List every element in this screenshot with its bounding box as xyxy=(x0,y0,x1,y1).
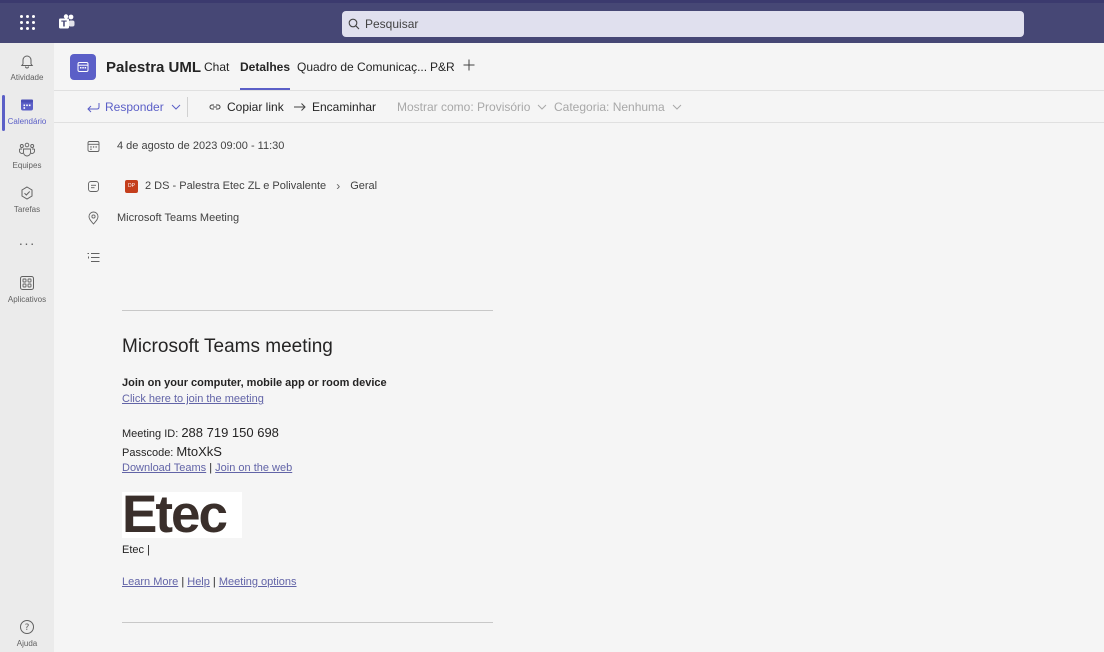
svg-text:T: T xyxy=(61,20,67,29)
rail-item-activity[interactable]: Atividade xyxy=(0,47,54,93)
search-placeholder: Pesquisar xyxy=(365,17,419,31)
divider-bottom xyxy=(122,622,493,623)
join-meeting-link[interactable]: Click here to join the meeting xyxy=(122,393,264,405)
link-separator: | xyxy=(209,576,219,588)
rail-label: Aplicativos xyxy=(7,295,47,304)
link-icon xyxy=(209,104,221,110)
forward-label: Encaminhar xyxy=(312,100,377,114)
search-icon xyxy=(348,18,360,30)
passcode-label: Passcode: xyxy=(122,447,177,459)
category-label: Categoria: Nenhuma xyxy=(554,100,665,114)
bell-icon xyxy=(20,55,34,69)
passcode: Passcode: MtoXkS xyxy=(122,444,222,459)
title-bar: T Pesquisar xyxy=(0,0,1104,43)
arrow-right-icon xyxy=(294,103,306,111)
download-links: Download Teams | Join on the web xyxy=(122,462,292,474)
rail-label: Atividade xyxy=(10,73,44,82)
meeting-datetime: 4 de agosto de 2023 09:00 - 11:30 xyxy=(117,140,285,152)
chevron-down-icon xyxy=(171,104,181,110)
tab-whiteboard[interactable]: Quadro de Comunicaç... xyxy=(297,60,427,90)
rail-item-apps[interactable]: Aplicativos xyxy=(0,269,54,315)
tab-qna[interactable]: P&R xyxy=(430,60,455,90)
chevron-down-icon xyxy=(672,104,682,110)
calendar-icon xyxy=(21,99,33,111)
rail-item-tasks[interactable]: Tarefas xyxy=(0,179,54,225)
link-separator: | xyxy=(206,462,216,474)
join-web-link[interactable]: Join on the web xyxy=(215,462,292,474)
chevron-down-icon xyxy=(538,104,547,110)
location-icon xyxy=(88,211,99,225)
divider-top xyxy=(122,310,493,311)
teams-people-icon xyxy=(19,142,35,157)
channel-link[interactable]: DP 2 DS - Palestra Etec ZL e Polivalente… xyxy=(125,179,377,193)
tasks-icon xyxy=(21,186,33,200)
calendar-date-icon xyxy=(87,141,100,152)
team-avatar: DP xyxy=(125,179,138,193)
page-title: Palestra UML xyxy=(106,59,202,76)
chevron-right-icon: › xyxy=(336,179,341,193)
meeting-id-label: Meeting ID: xyxy=(122,428,182,440)
plus-icon xyxy=(463,59,475,71)
invite-title: Microsoft Teams meeting xyxy=(122,336,333,357)
rail-label: Equipes xyxy=(12,161,42,170)
svg-text:?: ? xyxy=(25,623,30,633)
meeting-id-value: 288 719 150 698 xyxy=(181,425,279,440)
app-rail: Atividade Calendário Equipes Tarefas ··· xyxy=(0,43,54,652)
copy-link-button[interactable]: Copiar link xyxy=(208,100,284,114)
download-teams-link[interactable]: Download Teams xyxy=(122,462,206,474)
app-launcher-icon[interactable] xyxy=(16,12,36,32)
rail-label: Ajuda xyxy=(16,639,38,648)
rail-label: Tarefas xyxy=(13,205,41,214)
footer-links: Learn More | Help | Meeting options xyxy=(122,576,297,588)
add-tab-button[interactable] xyxy=(463,55,475,76)
tab-chat[interactable]: Chat xyxy=(204,60,229,90)
show-as-dropdown[interactable]: Mostrar como: Provisório xyxy=(397,100,553,114)
search-input[interactable]: Pesquisar xyxy=(342,11,1024,37)
passcode-value: MtoXkS xyxy=(176,444,222,459)
more-apps-button[interactable]: ··· xyxy=(0,235,54,251)
meeting-location: Microsoft Teams Meeting xyxy=(117,212,240,224)
forward-button[interactable]: Encaminhar xyxy=(293,100,376,114)
rail-item-calendar[interactable]: Calendário xyxy=(0,91,54,137)
help-icon: ? xyxy=(20,620,34,634)
meeting-toolbar: Responder Copiar link Encaminhar Mostrar… xyxy=(54,91,1104,123)
join-heading: Join on your computer, mobile app or roo… xyxy=(122,377,387,389)
show-as-label: Mostrar como: Provisório xyxy=(397,100,531,114)
tab-details[interactable]: Detalhes xyxy=(240,60,291,90)
meeting-calendar-icon xyxy=(70,54,96,80)
teams-logo-icon: T xyxy=(59,14,75,29)
etec-logo: Etec xyxy=(122,492,242,538)
rail-item-teams[interactable]: Equipes xyxy=(0,135,54,181)
rail-label: Calendário xyxy=(7,117,47,126)
learn-more-link[interactable]: Learn More xyxy=(122,576,178,588)
help-link[interactable]: Help xyxy=(187,576,210,588)
team-name: 2 DS - Palestra Etec ZL e Polivalente xyxy=(145,180,327,192)
org-signature: Etec | xyxy=(122,544,150,556)
reply-button[interactable]: Responder xyxy=(86,100,187,114)
category-dropdown[interactable]: Categoria: Nenhuma xyxy=(554,100,688,114)
reply-icon xyxy=(87,103,100,113)
meeting-options-link[interactable]: Meeting options xyxy=(219,576,297,588)
description-list-icon xyxy=(87,253,100,262)
apps-icon xyxy=(20,276,34,290)
meeting-header: Palestra UML Chat Detalhes Quadro de Com… xyxy=(54,43,1104,91)
channel-icon xyxy=(88,181,99,192)
rail-item-help[interactable]: ? Ajuda xyxy=(0,613,54,652)
link-separator: | xyxy=(178,576,188,588)
toolbar-divider xyxy=(187,97,188,117)
meeting-id: Meeting ID: 288 719 150 698 xyxy=(122,425,279,440)
copy-link-label: Copiar link xyxy=(227,100,284,114)
reply-label: Responder xyxy=(105,100,164,114)
channel-name: Geral xyxy=(350,180,378,192)
